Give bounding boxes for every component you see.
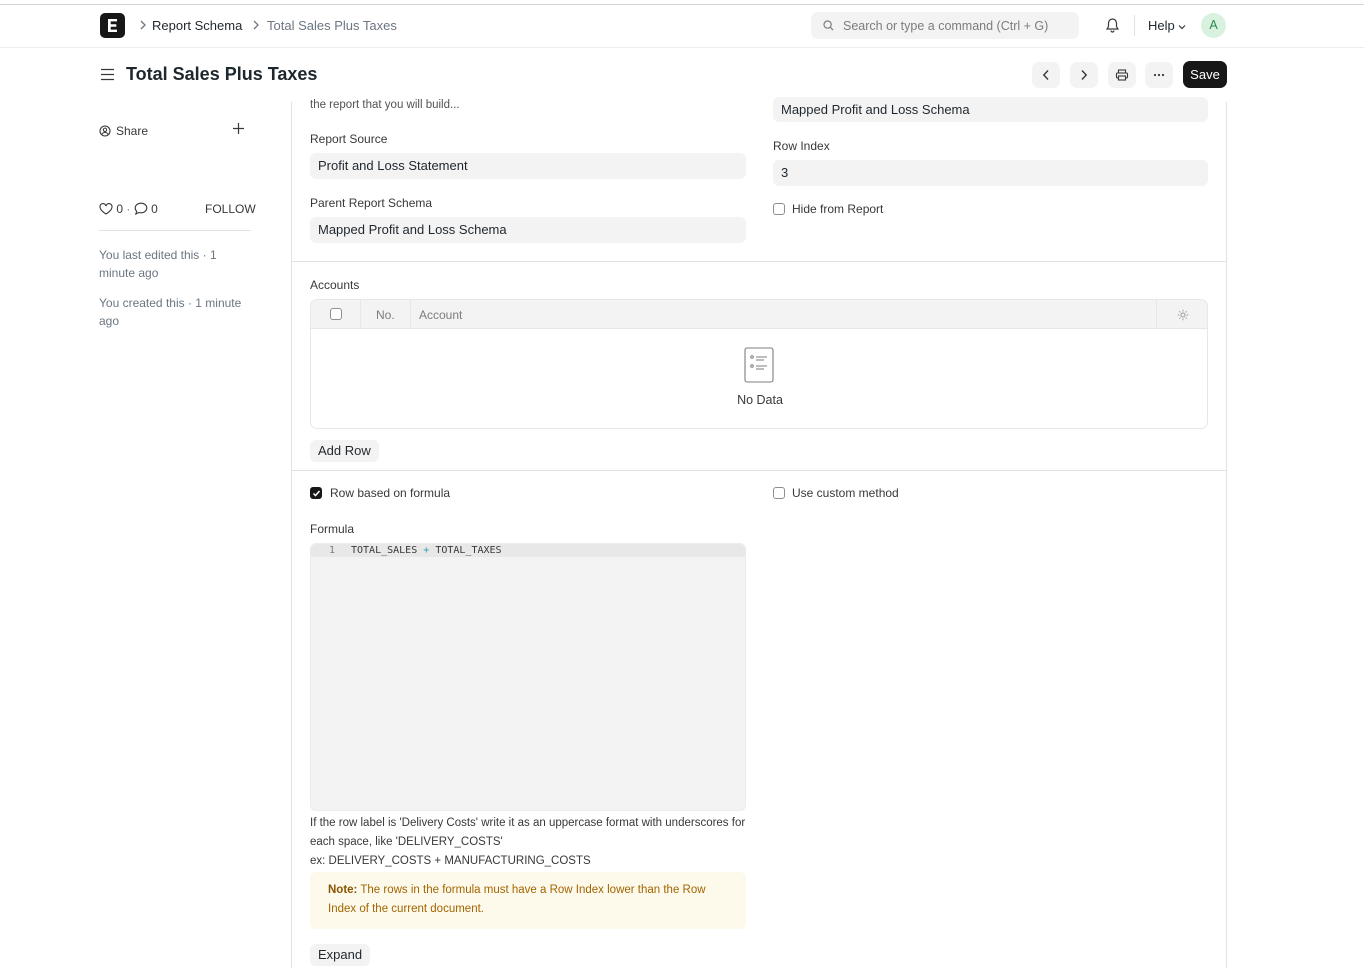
formula-code: TOTAL_SALES + TOTAL_TAXES [351, 545, 502, 556]
select-all-checkbox[interactable] [330, 308, 342, 320]
formula-code-editor[interactable]: 1 TOTAL_SALES + TOTAL_TAXES [310, 543, 746, 811]
parent-report-schema-label: Parent Report Schema [310, 196, 433, 210]
likes-count: 0 [116, 202, 124, 216]
search-icon [823, 20, 834, 31]
created-text: You created this · 1 minute ago [99, 296, 242, 328]
formula-note: Note: The rows in the formula must have … [310, 872, 746, 929]
section-divider [292, 261, 1226, 262]
chevron-right-icon [1081, 70, 1088, 80]
hide-from-report-checkbox[interactable] [773, 203, 785, 215]
chevron-right-icon [253, 20, 259, 30]
report-source-field[interactable]: Profit and Loss Statement [310, 153, 746, 179]
share-button[interactable]: Share [99, 124, 148, 138]
print-button[interactable] [1108, 62, 1136, 88]
settings-column-divider [1156, 300, 1157, 329]
row-based-on-formula-checkbox[interactable] [310, 487, 322, 499]
note-text: The rows in the formula must have a Row … [328, 884, 706, 915]
share-user-icon [99, 125, 111, 137]
follow-button[interactable]: FOLLOW [205, 202, 256, 216]
line-number: 1 [329, 545, 336, 556]
row-based-on-formula-label: Row based on formula [330, 486, 451, 500]
note-label: Note: [328, 884, 358, 896]
column-header-account: Account [419, 308, 463, 322]
formula-token: TOTAL_SALES [351, 545, 418, 556]
parent-report-schema-field[interactable]: Mapped Profit and Loss Schema [310, 217, 746, 243]
add-row-button[interactable]: Add Row [310, 440, 379, 462]
sidebar-divider [99, 230, 251, 231]
help-label: Help [1148, 18, 1175, 33]
last-edited-text: You last edited this · 1 minute ago [99, 248, 217, 280]
select-all-cell [311, 300, 361, 329]
formula-token: TOTAL_TAXES [435, 545, 502, 556]
bell-icon[interactable] [1105, 17, 1120, 33]
breadcrumb-report-schema[interactable]: Report Schema [152, 18, 242, 33]
form-card: the report that you will build... Report… [291, 97, 1227, 968]
navbar-divider [1134, 15, 1135, 36]
plus-icon[interactable] [232, 122, 245, 135]
hide-from-report-label: Hide from Report [792, 202, 884, 216]
more-options-button[interactable] [1145, 62, 1173, 88]
avatar[interactable]: A [1201, 13, 1226, 38]
page-title: Total Sales Plus Taxes [126, 64, 318, 84]
empty-list-icon [744, 347, 774, 383]
expand-button[interactable]: Expand [310, 944, 371, 966]
formula-label: Formula [310, 522, 355, 536]
gear-icon[interactable] [1177, 309, 1189, 321]
previous-button[interactable] [1032, 62, 1060, 88]
use-custom-method-label: Use custom method [792, 486, 899, 500]
search-placeholder: Search or type a command (Ctrl + G) [843, 19, 1049, 33]
description-truncated: the report that you will build... [310, 99, 460, 111]
navbar: Report Schema Total Sales Plus Taxes Sea… [0, 5, 1364, 48]
accounts-label: Accounts [310, 278, 360, 292]
next-button[interactable] [1070, 62, 1098, 88]
checkmark-icon [312, 490, 321, 497]
save-button[interactable]: Save [1183, 61, 1227, 88]
heart-icon[interactable] [99, 203, 113, 215]
search-input[interactable]: Search or type a command (Ctrl + G) [811, 12, 1079, 39]
help-dropdown[interactable]: Help [1148, 18, 1186, 33]
use-custom-method-checkbox[interactable] [773, 487, 785, 499]
schema-field[interactable]: Mapped Profit and Loss Schema [773, 97, 1208, 122]
dot-separator: · [126, 202, 131, 216]
chevron-right-icon [140, 20, 146, 30]
page-head: Total Sales Plus Taxes Save [0, 48, 1364, 102]
chevron-left-icon [1042, 70, 1049, 80]
row-index-label: Row Index [773, 139, 830, 153]
share-label: Share [116, 124, 149, 138]
formula-example-text: ex: DELIVERY_COSTS + MANUFACTURING_COSTS [310, 855, 591, 867]
chevron-down-icon [1178, 24, 1186, 29]
formula-operator: + [423, 545, 430, 556]
formula-help-text: If the row label is 'Delivery Costs' wri… [310, 817, 746, 848]
column-header-no: No. [376, 308, 395, 322]
hamburger-icon[interactable] [100, 68, 115, 81]
report-source-label: Report Source [310, 132, 388, 146]
no-data-text: No Data [737, 393, 783, 407]
table-header: No. Account [311, 300, 1207, 329]
ellipsis-icon [1153, 73, 1165, 77]
section-divider [292, 470, 1226, 471]
comments-count: 0 [151, 202, 158, 216]
printer-icon [1115, 69, 1129, 81]
comment-icon[interactable] [134, 202, 148, 216]
row-index-field[interactable]: 3 [773, 160, 1208, 186]
accounts-table: No. Account No Data [310, 299, 1208, 429]
app-logo-icon[interactable] [100, 13, 125, 38]
breadcrumb-current[interactable]: Total Sales Plus Taxes [267, 18, 397, 33]
